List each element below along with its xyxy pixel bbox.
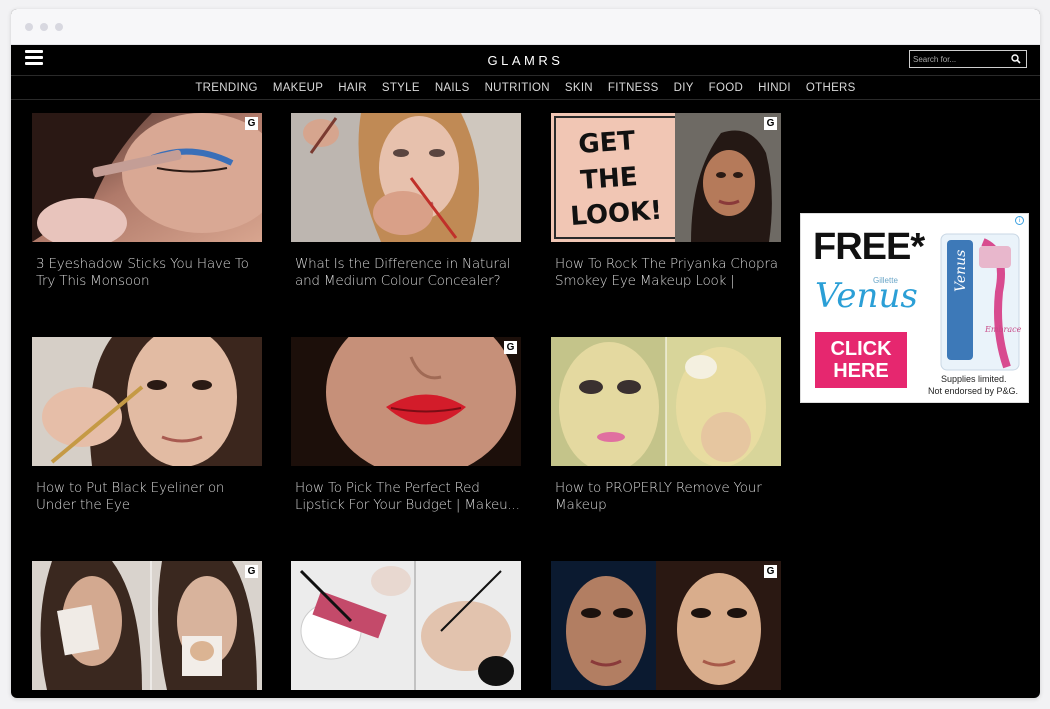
nav-item-skin[interactable]: SKIN [557,82,600,94]
article-card[interactable]: GET THE LOOK! G How To Rock The Priyanka… [551,113,781,290]
article-thumbnail[interactable] [551,337,781,466]
browser-chrome [11,9,1040,45]
search-box[interactable] [909,50,1027,68]
svg-text:Venus: Venus [953,250,969,292]
main-content: G 3 Eyeshadow Sticks You Have To Try Thi… [11,101,1040,698]
site-logo[interactable]: GLAMRS [11,53,1040,68]
article-thumbnail[interactable]: G [291,337,521,466]
top-bar: GLAMRS [11,45,1040,76]
article-title[interactable]: How To Rock The Priyanka Chopra Smokey E… [551,256,781,290]
ad-cta-button[interactable]: CLICK HERE [815,332,907,388]
nav-item-diy[interactable]: DIY [666,82,701,94]
svg-text:Embrace: Embrace [984,325,1022,334]
nav-item-hindi[interactable]: HINDI [751,82,799,94]
nav-item-makeup[interactable]: MAKEUP [265,82,330,94]
g-badge: G [764,565,777,578]
nav-item-fitness[interactable]: FITNESS [600,82,666,94]
nav-item-style[interactable]: STYLE [374,82,427,94]
g-badge: G [245,565,258,578]
g-badge: G [504,341,517,354]
svg-text:GET: GET [577,126,636,160]
article-thumbnail[interactable] [291,113,521,242]
svg-text:LOOK!: LOOK! [569,196,663,232]
category-nav: TRENDING MAKEUP HAIR STYLE NAILS NUTRITION SKI… [11,76,1040,100]
browser-window: GLAMRS TRENDINGMAKEUPHAIRSTYLENAILSNUTRI… [11,9,1040,698]
window-dot[interactable] [25,22,33,31]
article-card[interactable]: G 3 Eyeshadow Sticks You Have To Try Thi… [32,113,262,290]
article-title[interactable]: How to Put Black Eyeliner on Under the E… [32,480,262,514]
nav-item-nutrition[interactable]: NUTRITION [477,82,557,94]
window-dot[interactable] [40,22,48,31]
nav-item-others[interactable]: OTHERS [798,82,863,94]
article-thumbnail[interactable]: G [32,561,262,690]
article-card[interactable]: G [32,561,262,698]
ad-info-icon[interactable]: i [1015,216,1024,225]
article-title[interactable]: How To Pick The Perfect Red Lipstick For… [291,480,521,514]
ad-brand: Venus [815,276,918,316]
article-card[interactable]: G How To Pick The Perfect Red Lipstick F… [291,337,521,514]
article-title[interactable]: What Is the Difference in Natural and Me… [291,256,521,290]
search-icon[interactable] [1010,53,1022,65]
nav-item-food[interactable]: FOOD [701,82,750,94]
advertisement[interactable]: i FREE* Gillette Venus CLICK HERE Venus … [800,213,1029,403]
g-badge: G [764,117,777,130]
nav-item-hair[interactable]: HAIR [331,82,375,94]
article-title[interactable]: 3 Eyeshadow Sticks You Have To Try This … [32,256,262,290]
article-thumbnail[interactable]: GET THE LOOK! G [551,113,781,242]
article-card[interactable]: How to PROPERLY Remove Your Makeup [551,337,781,514]
ad-disclaimer: Not endorsed by P&G. [928,386,1019,396]
window-dot[interactable] [55,22,63,31]
nav-item-nails[interactable]: NAILS [427,82,477,94]
article-thumbnail[interactable]: G [551,561,781,690]
search-input[interactable] [910,54,1010,64]
ad-headline: FREE* [813,226,925,268]
article-card[interactable]: What Is the Difference in Natural and Me… [291,113,521,290]
article-card[interactable]: G [551,561,781,698]
ad-fineprint: Supplies limited. [941,374,1007,384]
g-badge: G [245,117,258,130]
article-title[interactable]: How to PROPERLY Remove Your Makeup [551,480,781,514]
razor-product-image: Venus Embrace [940,233,1022,371]
svg-text:THE: THE [579,162,638,196]
article-card[interactable]: How to Put Black Eyeliner on Under the E… [32,337,262,514]
article-card[interactable] [291,561,521,698]
article-thumbnail[interactable] [291,561,521,690]
nav-item-trending[interactable]: TRENDING [188,82,265,94]
article-thumbnail[interactable] [32,337,262,466]
article-thumbnail[interactable]: G [32,113,262,242]
